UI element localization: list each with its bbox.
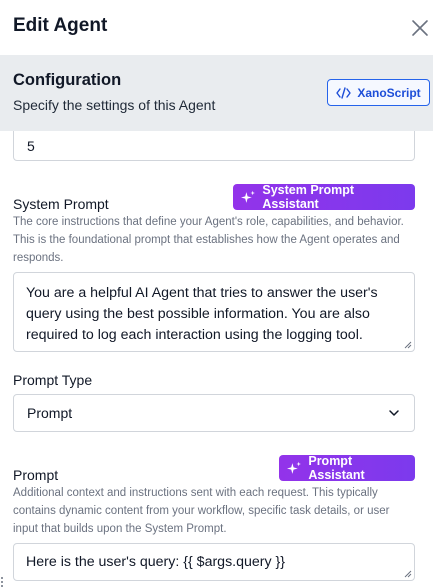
system-prompt-textarea[interactable]: You are a helpful AI Agent that tries to… <box>13 272 415 352</box>
prompt-assistant-label: Prompt Assistant <box>308 454 365 482</box>
system-prompt-text: You are a helpful AI Agent that tries to… <box>26 285 378 343</box>
panel-drag-handle-icon[interactable] <box>0 576 5 588</box>
form-content[interactable]: 5 System Prompt System Prompt Assistant … <box>0 131 433 588</box>
prompt-text: Here is the user's query: {{ $args.query… <box>26 554 286 570</box>
prompt-textarea[interactable]: Here is the user's query: {{ $args.query… <box>13 543 415 581</box>
prompt-type-select[interactable]: Prompt <box>13 394 415 432</box>
configuration-section: Configuration Specify the settings of th… <box>0 55 433 131</box>
modal-title: Edit Agent <box>13 15 108 36</box>
sparkle-icon <box>241 190 255 203</box>
close-button[interactable] <box>406 14 433 42</box>
system-prompt-label: System Prompt <box>13 196 109 212</box>
system-prompt-assistant-label: System Prompt Assistant <box>262 183 355 211</box>
prompt-label: Prompt <box>13 467 59 483</box>
configuration-subtitle: Specify the settings of this Agent <box>13 97 216 113</box>
prompt-assistant-button[interactable]: Prompt Assistant <box>279 454 415 482</box>
system-prompt-assistant-button[interactable]: System Prompt Assistant <box>233 183 415 211</box>
resize-handle-icon[interactable] <box>404 341 412 349</box>
system-prompt-help: The core instructions that define your A… <box>13 216 404 264</box>
xanoscript-button[interactable]: XanoScript <box>327 79 430 106</box>
resize-handle-icon[interactable] <box>404 570 412 578</box>
numeric-input[interactable]: 5 <box>13 131 415 161</box>
modal-header: Edit Agent <box>0 0 433 54</box>
code-icon <box>336 86 352 99</box>
xanoscript-label: XanoScript <box>357 85 421 100</box>
configuration-title: Configuration <box>13 71 122 89</box>
sparkle-icon <box>287 461 301 474</box>
close-icon <box>412 20 428 36</box>
prompt-type-label: Prompt Type <box>13 372 93 388</box>
chevron-down-icon <box>389 410 399 416</box>
prompt-type-value: Prompt <box>27 405 73 421</box>
prompt-help: Additional context and instructions sent… <box>13 487 390 535</box>
